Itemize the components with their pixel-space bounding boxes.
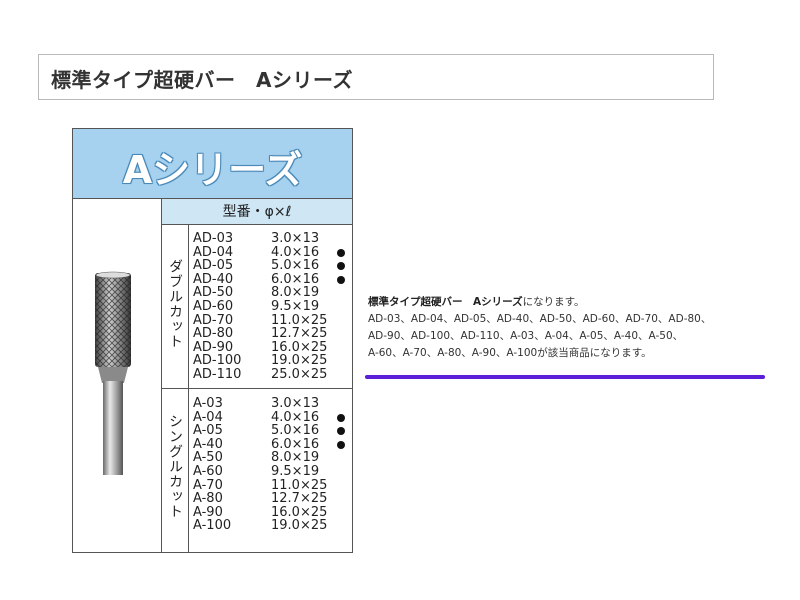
dimension: 11.0×25	[271, 312, 328, 328]
page-title: 標準タイプ超硬バー Aシリーズ	[51, 68, 353, 92]
description-line-2: AD-03、AD-04、AD-05、AD-40、AD-50、AD-60、AD-7…	[368, 313, 712, 325]
model-code: AD-05	[193, 258, 234, 274]
single-cut-label: シングルカット	[167, 413, 183, 519]
dimension: 3.0×13	[271, 231, 320, 246]
spec-card-header-text: Aシリーズ	[122, 148, 303, 192]
model-code: AD-03	[193, 231, 234, 246]
dimension: 6.0×16	[271, 436, 320, 452]
model-code: A-60	[193, 463, 223, 479]
dimension: 4.0×16	[271, 409, 320, 425]
dimension: 25.0×25	[271, 366, 328, 382]
model-code: A-04	[193, 409, 223, 425]
model-code: AD-60	[193, 298, 234, 314]
model-code: A-50	[193, 450, 223, 466]
dimension: 19.0×25	[271, 353, 328, 369]
model-code: A-70	[193, 477, 223, 493]
dimension: 4.0×16	[271, 244, 320, 260]
model-code: AD-04	[193, 244, 234, 260]
model-code: AD-70	[193, 312, 234, 328]
stock-dot-icon	[337, 275, 345, 284]
model-code: AD-90	[193, 339, 234, 355]
double-cut-label: ダブルカット	[167, 259, 183, 349]
description-line-1-rest: になります。	[522, 296, 585, 308]
dimension: 8.0×19	[271, 285, 320, 301]
dimension: 11.0×25	[271, 477, 328, 493]
model-code: A-100	[193, 518, 232, 534]
accent-underline	[365, 375, 765, 379]
model-code: A-80	[193, 491, 223, 507]
dimension: 16.0×25	[271, 339, 328, 355]
description-line-3: AD-90、AD-100、AD-110、A-03、A-04、A-05、A-40、…	[368, 330, 684, 342]
dimension: 9.5×19	[271, 463, 320, 479]
description-line-4: A-60、A-70、A-80、A-90、A-100が該当商品になります。	[368, 347, 652, 359]
dimension: 5.0×16	[271, 258, 320, 274]
section-divider	[162, 388, 352, 389]
page-title-box: 標準タイプ超硬バー Aシリーズ	[38, 54, 714, 100]
model-code: A-40	[193, 436, 223, 452]
model-code: A-03	[193, 396, 223, 411]
model-code: AD-50	[193, 285, 234, 301]
dimension: 3.0×13	[271, 396, 320, 411]
stock-dot-icon	[337, 248, 345, 257]
model-code: A-05	[193, 423, 223, 439]
model-code: AD-100	[193, 353, 242, 369]
carbide-burr-image	[95, 271, 131, 475]
dimension: 12.7×25	[271, 491, 328, 507]
dimension: 19.0×25	[271, 518, 328, 534]
spec-card-header: Aシリーズ	[73, 129, 352, 199]
spec-subheader: 型番・φ×ℓ	[162, 199, 352, 225]
dimension: 5.0×16	[271, 423, 320, 439]
dimension: 6.0×16	[271, 271, 320, 287]
product-description: 標準タイプ超硬バー Aシリーズになります。 AD-03、AD-04、AD-05、…	[368, 294, 711, 362]
model-code: AD-40	[193, 271, 234, 287]
stock-dot-icon	[337, 440, 345, 449]
dimension: 9.5×19	[271, 298, 320, 314]
description-line-1: 標準タイプ超硬バー Aシリーズになります。	[368, 294, 711, 311]
stock-dot-icon	[337, 427, 345, 436]
model-code: A-90	[193, 504, 223, 520]
stock-dot-icon	[337, 262, 345, 271]
dimension: 16.0×25	[271, 504, 328, 520]
dimension: 8.0×19	[271, 450, 320, 466]
model-code: AD-80	[193, 326, 234, 342]
dimension: 12.7×25	[271, 326, 328, 342]
model-code: AD-110	[193, 366, 242, 382]
description-bold: 標準タイプ超硬バー Aシリーズ	[368, 296, 523, 308]
stock-dot-icon	[337, 413, 345, 422]
